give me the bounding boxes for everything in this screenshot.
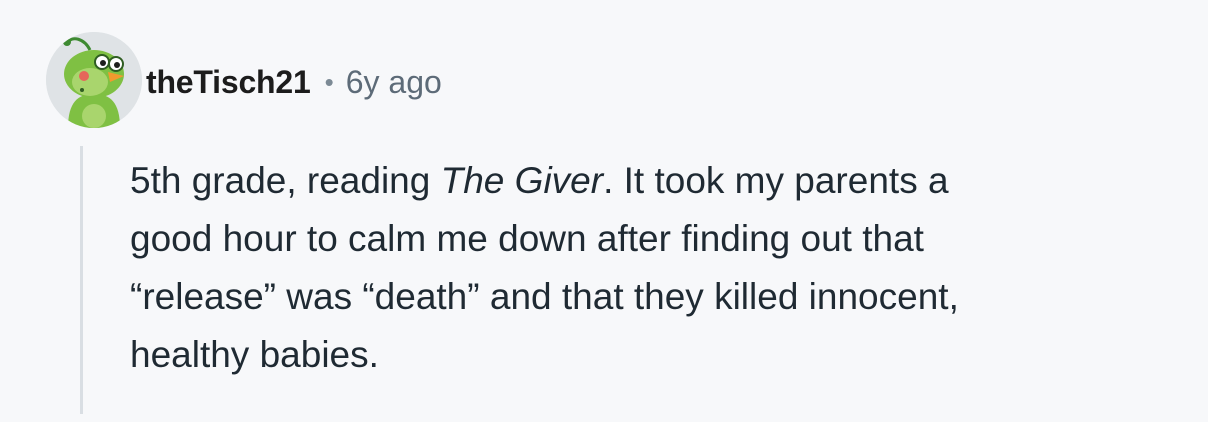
comment-meta: theTisch21 • 6y ago [146, 60, 442, 104]
thread-line[interactable] [80, 146, 83, 414]
timestamp[interactable]: 6y ago [346, 64, 442, 101]
avatar[interactable] [46, 32, 142, 128]
comment: theTisch21 • 6y ago 5th grade, reading T… [0, 0, 1208, 422]
comment-line: good hour to calm me down after finding … [130, 218, 924, 259]
comment-line: healthy babies. [130, 334, 379, 375]
comment-line: 5th grade, reading The Giver. It took my… [130, 152, 1190, 210]
comment-text: . It took my parents a [603, 160, 949, 201]
comment-body: 5th grade, reading The Giver. It took my… [130, 152, 1190, 384]
username-link[interactable]: theTisch21 [146, 64, 311, 101]
comment-text: 5th grade, reading [130, 160, 441, 201]
meta-separator: • [324, 66, 334, 97]
book-title: The Giver [440, 160, 604, 201]
comment-line: “release” was “death” and that they kill… [130, 276, 959, 317]
green-bird-avatar-icon [46, 32, 142, 128]
